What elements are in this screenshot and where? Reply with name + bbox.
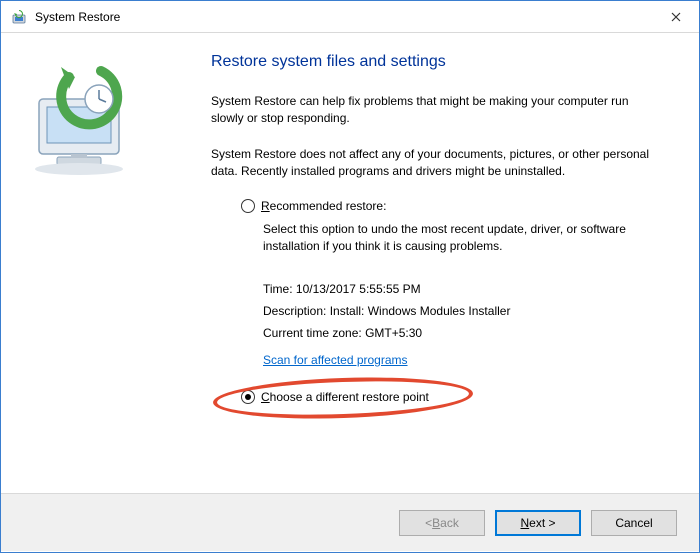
sidebar [1,33,181,493]
content-area: Restore system files and settings System… [1,33,699,493]
page-heading: Restore system files and settings [211,53,661,71]
next-button[interactable]: Next > [495,510,581,536]
main-panel: Restore system files and settings System… [181,33,699,493]
button-bar: < Back Next > Cancel [1,493,699,551]
detail-time: Time: 10/13/2017 5:55:55 PM [263,279,661,301]
choose-different-radio[interactable]: Choose a different restore point [241,390,661,404]
restore-illustration [13,49,153,179]
restore-point-details: Time: 10/13/2017 5:55:55 PM Description:… [263,279,661,371]
titlebar: System Restore [1,1,699,33]
radio-icon [241,390,255,404]
recommended-restore-radio[interactable]: Recommended restore: [241,199,661,213]
close-button[interactable] [653,1,699,33]
cancel-button[interactable]: Cancel [591,510,677,536]
close-icon [671,12,681,22]
radio-icon [241,199,255,213]
choose-different-label: Choose a different restore point [261,390,429,404]
app-icon [11,9,27,25]
options-group: Recommended restore: Select this option … [241,199,661,404]
scan-affected-link[interactable]: Scan for affected programs [263,350,408,372]
recommended-description: Select this option to undo the most rece… [263,221,661,256]
window-title: System Restore [35,10,653,24]
detail-timezone: Current time zone: GMT+5:30 [263,323,661,345]
detail-description: Description: Install: Windows Modules In… [263,301,661,323]
intro-paragraph-2: System Restore does not affect any of yo… [211,146,661,181]
recommended-label: Recommended restore: [261,199,386,213]
intro-paragraph-1: System Restore can help fix problems tha… [211,93,661,128]
back-button: < Back [399,510,485,536]
